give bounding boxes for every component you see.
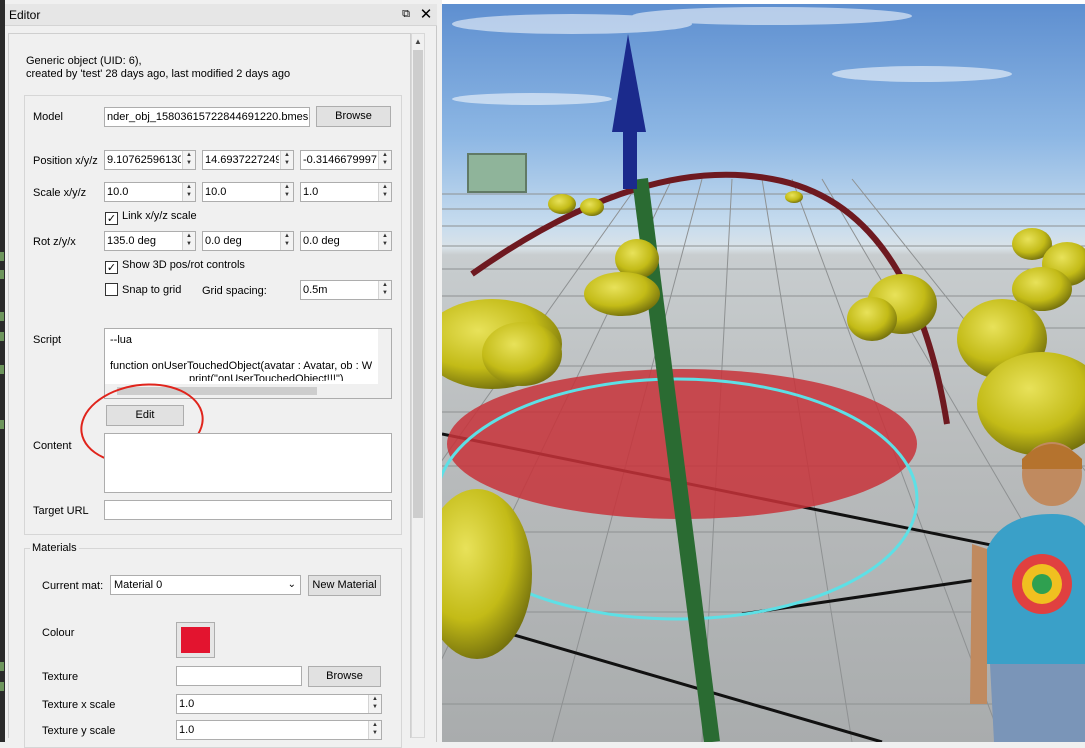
content-textarea[interactable] (104, 433, 392, 493)
scale-label: Scale x/y/z (33, 187, 87, 199)
rotation-z-spinbox[interactable]: 135.0 deg ▲ ▼ (104, 231, 196, 251)
scale-z-spinbox[interactable]: 1.0 ▲ ▼ (300, 182, 392, 202)
texture-x-scale-label: Texture x scale (42, 699, 116, 711)
object-info-uid: Generic object (UID: 6), (26, 55, 142, 67)
position-label: Position x/y/z (33, 155, 98, 167)
texture-browse-button[interactable]: Browse (308, 666, 381, 687)
3d-viewport[interactable] (442, 4, 1085, 742)
target-url-label: Target URL (33, 505, 89, 517)
script-label: Script (33, 334, 62, 346)
3d-scene (442, 7, 1085, 742)
model-label: Model (33, 111, 63, 123)
new-material-button[interactable]: New Material (308, 575, 381, 596)
target-url-field[interactable] (104, 500, 392, 520)
editor-title: Editor (9, 8, 41, 22)
script-line: print("onUserTouchedObject!!!") (189, 373, 344, 381)
colour-swatch (181, 627, 210, 653)
scale-y-spinbox[interactable]: 10.0 ▲ ▼ (202, 182, 294, 202)
scrollbar-thumb[interactable] (413, 50, 423, 518)
content-label: Content (33, 440, 72, 452)
show-controls-checkmark-icon[interactable]: ✓ (105, 261, 118, 274)
scale-x-spinbox[interactable]: 10.0 ▲ ▼ (104, 182, 196, 202)
blue-arrow-head (612, 34, 646, 132)
texture-field[interactable] (176, 666, 302, 686)
texture-y-scale-spinbox[interactable]: 1.0 ▲ ▼ (176, 720, 382, 740)
texture-label: Texture (42, 671, 79, 683)
texture-y-scale-label: Texture y scale (42, 725, 116, 737)
colour-label: Colour (42, 627, 75, 639)
green-sign (467, 153, 527, 193)
scroll-up-icon[interactable]: ▲ (412, 36, 424, 48)
close-icon[interactable]: ✕ (419, 6, 433, 22)
avatar-figure (970, 442, 1085, 742)
model-field[interactable]: nder_obj_15803615722844691220.bmesh (104, 107, 310, 127)
colour-picker-button[interactable] (176, 622, 215, 658)
link-scale-checkbox[interactable]: ✓ Link x/y/z scale (105, 210, 197, 225)
editor-titlebar: Editor ⧉ ✕ (5, 4, 437, 26)
blue-arrow-shaft (623, 129, 637, 189)
current-mat-label: Current mat: (42, 580, 104, 592)
grid-spacing-spinbox[interactable]: 0.5m ▲ ▼ (300, 280, 392, 300)
snap-checkbox-box[interactable] (105, 283, 118, 296)
script-vertical-scrollbar[interactable] (378, 329, 391, 384)
object-info-created: created by 'test' 28 days ago, last modi… (26, 68, 291, 80)
rotation-label: Rot z/y/x (33, 236, 76, 248)
script-line: --lua (110, 334, 133, 346)
position-x-spinbox[interactable]: 9.10762596130 ▲ ▼ (104, 150, 196, 170)
materials-group-title: Materials (30, 542, 79, 554)
clouds (452, 7, 1012, 105)
editor-scrollbar[interactable]: ▲ (411, 33, 425, 738)
script-line: function onUserTouchedObject(avatar : Av… (110, 360, 373, 372)
grid-spacing-label: Grid spacing: (202, 285, 267, 297)
position-z-spinbox[interactable]: -0.3146679997 ▲ ▼ (300, 150, 392, 170)
snap-to-grid-checkbox[interactable]: Snap to grid (105, 283, 181, 296)
undock-icon[interactable]: ⧉ (399, 7, 413, 21)
rotation-x-spinbox[interactable]: 0.0 deg ▲ ▼ (300, 231, 392, 251)
object-info: Generic object (UID: 6), created by 'tes… (26, 55, 290, 81)
chevron-down-icon: ⌄ (287, 579, 296, 590)
show-3d-controls-checkbox[interactable]: ✓ Show 3D pos/rot controls (105, 259, 245, 274)
current-mat-dropdown[interactable]: Material 0 ⌄ (110, 575, 301, 595)
rotation-y-spinbox[interactable]: 0.0 deg ▲ ▼ (202, 231, 294, 251)
link-scale-checkmark-icon[interactable]: ✓ (105, 212, 118, 225)
position-y-spinbox[interactable]: 14.6937227249 ▲ ▼ (202, 150, 294, 170)
texture-x-scale-spinbox[interactable]: 1.0 ▲ ▼ (176, 694, 382, 714)
model-browse-button[interactable]: Browse (316, 106, 391, 127)
